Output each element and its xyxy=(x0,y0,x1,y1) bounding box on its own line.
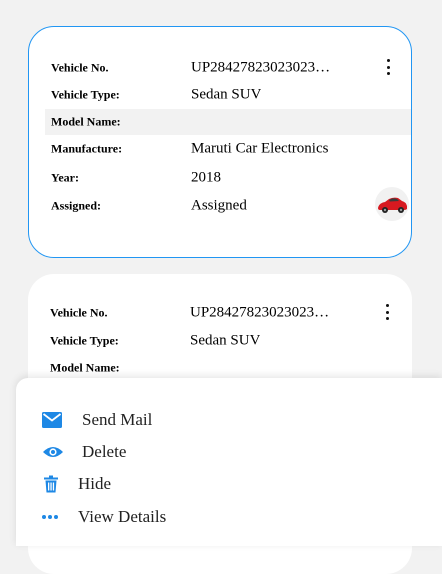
eye-icon xyxy=(43,447,63,457)
field-label: Year: xyxy=(51,170,79,185)
field-value: Sedan SUV xyxy=(190,332,261,349)
detail-row-year: Year: 2018 xyxy=(45,165,411,191)
detail-row-vehicle-type: Vehicle Type: Sedan SUV xyxy=(45,82,411,108)
detail-row-vehicle-no: Vehicle No. UP28427823023023… xyxy=(45,55,411,81)
field-label: Vehicle Type: xyxy=(51,87,120,102)
field-label: Vehicle Type: xyxy=(50,333,119,348)
more-horizontal-icon xyxy=(42,515,58,519)
menu-item-view-details[interactable]: View Details xyxy=(16,502,442,532)
field-label: Assigned: xyxy=(51,198,102,213)
field-value: Sedan SUV xyxy=(191,86,262,103)
field-value: UP28427823023023… xyxy=(191,59,331,76)
field-value: UP28427823023023… xyxy=(190,304,330,321)
field-label: Manufacture: xyxy=(51,141,123,156)
detail-row-assigned: Assigned: Assigned xyxy=(45,193,411,219)
field-value: 2018 xyxy=(191,169,221,186)
menu-item-delete[interactable]: Delete xyxy=(16,437,442,467)
more-vert-icon[interactable] xyxy=(385,59,391,75)
detail-row-manufacture: Manufacture: Maruti Car Electronics xyxy=(45,136,411,162)
red-car-icon xyxy=(378,197,407,213)
field-label: Vehicle No. xyxy=(51,60,109,75)
trash-icon xyxy=(44,475,58,493)
menu-item-send-mail[interactable]: Send Mail xyxy=(16,405,442,435)
mail-icon xyxy=(42,412,62,428)
detail-row-model-name: Model Name: xyxy=(45,109,411,135)
menu-item-label: Delete xyxy=(82,442,127,461)
field-value: Assigned xyxy=(191,197,247,214)
menu-item-label: Hide xyxy=(78,474,112,493)
action-menu: Send Mail Delete Hide View Details xyxy=(16,378,442,546)
menu-item-hide[interactable]: Hide xyxy=(16,469,442,499)
detail-row-vehicle-no: Vehicle No. UP28427823023023… xyxy=(44,300,410,326)
car-avatar xyxy=(375,187,409,221)
more-vert-icon[interactable] xyxy=(384,304,390,320)
field-label: Vehicle No. xyxy=(50,305,108,320)
menu-item-label: View Details xyxy=(78,507,167,526)
vehicle-card-1[interactable]: Vehicle No. UP28427823023023… Vehicle Ty… xyxy=(28,26,412,258)
detail-row-vehicle-type: Vehicle Type: Sedan SUV xyxy=(44,328,410,354)
menu-item-label: Send Mail xyxy=(82,410,153,429)
field-value: Maruti Car Electronics xyxy=(191,140,329,157)
field-label: Model Name: xyxy=(51,114,121,129)
field-label: Model Name: xyxy=(50,360,120,375)
